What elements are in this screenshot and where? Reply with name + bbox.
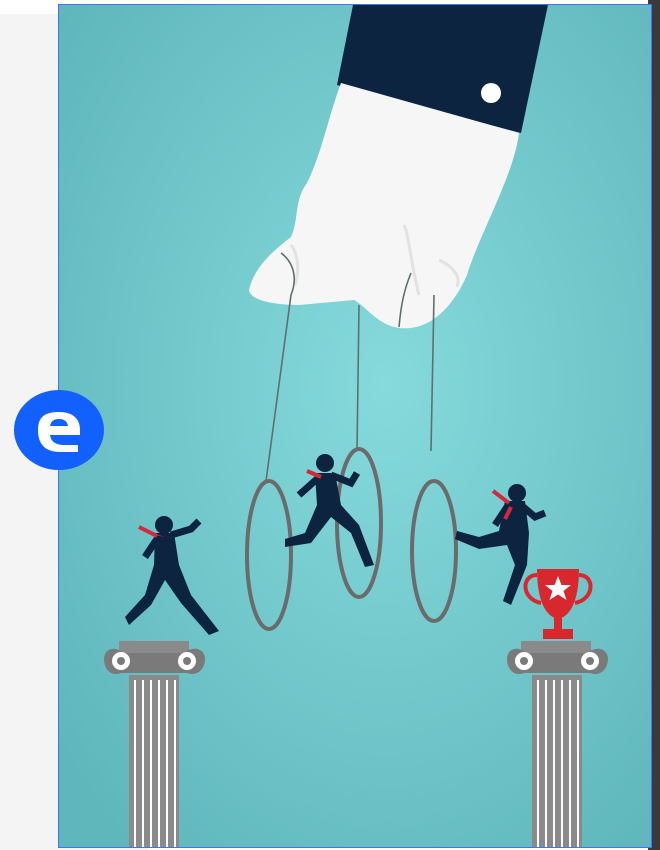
cufflink-icon [481, 83, 501, 103]
puppet-master-illustration [59, 5, 651, 847]
letter-e-logo [38, 412, 80, 452]
e-logo-badge [14, 390, 104, 470]
illustration-frame [58, 4, 652, 848]
